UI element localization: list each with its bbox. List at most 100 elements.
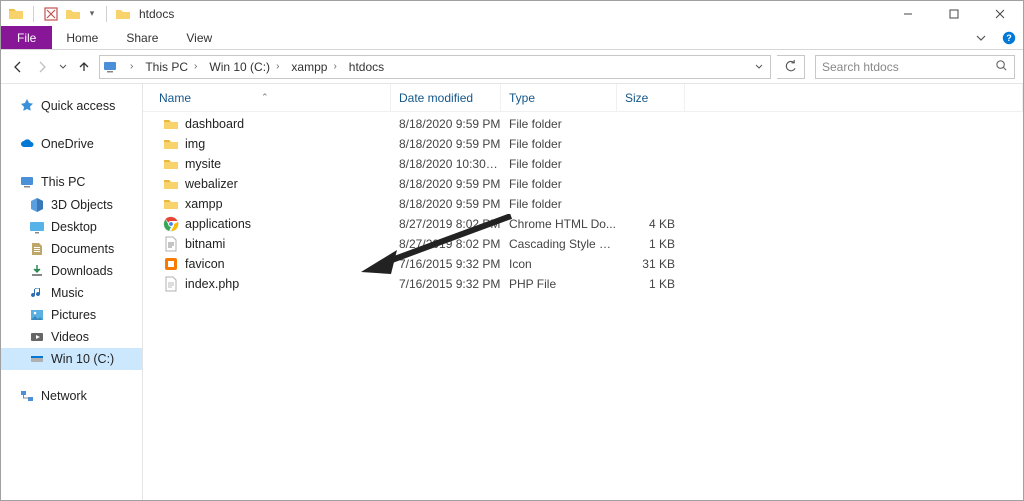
ribbon-expand-icon[interactable] bbox=[967, 26, 995, 49]
nav-pictures[interactable]: Pictures bbox=[1, 304, 142, 326]
nav-desktop[interactable]: Desktop bbox=[1, 216, 142, 238]
file-type: File folder bbox=[501, 197, 617, 211]
table-row[interactable]: webalizer8/18/2020 9:59 PMFile folder bbox=[143, 174, 1023, 194]
qat-dropdown-icon[interactable]: ▾ bbox=[86, 5, 98, 23]
file-date: 8/18/2020 9:59 PM bbox=[391, 137, 501, 151]
crumb-win10c[interactable]: Win 10 (C:)› bbox=[205, 56, 287, 78]
file-size: 31 KB bbox=[617, 257, 685, 271]
icon-icon bbox=[163, 256, 179, 272]
network-icon bbox=[19, 388, 35, 404]
file-date: 7/16/2015 9:32 PM bbox=[391, 257, 501, 271]
table-row[interactable]: xampp 8/18/2020 9:59 PMFile folder bbox=[143, 194, 1023, 214]
address-pc-icon bbox=[100, 59, 120, 75]
table-row[interactable]: bitnami8/27/2019 8:02 PMCascading Style … bbox=[143, 234, 1023, 254]
nav-back-button[interactable] bbox=[9, 58, 27, 76]
explorer-window: ▾ htdocs File Home Share View ? bbox=[0, 0, 1024, 501]
table-row[interactable]: img 8/18/2020 9:59 PMFile folder bbox=[143, 134, 1023, 154]
nav-downloads[interactable]: Downloads bbox=[1, 260, 142, 282]
file-date: 7/16/2015 9:32 PM bbox=[391, 277, 501, 291]
svg-text:?: ? bbox=[1006, 33, 1012, 43]
nav-3d-objects[interactable]: 3D Objects bbox=[1, 194, 142, 216]
nav-row: › This PC› Win 10 (C:)› xampp› htdocs Se… bbox=[1, 50, 1023, 84]
nav-recent-dropdown[interactable] bbox=[57, 58, 69, 76]
table-row[interactable]: applications8/27/2019 8:02 PMChrome HTML… bbox=[143, 214, 1023, 234]
qat-folder-icon[interactable] bbox=[64, 5, 82, 23]
folder-icon bbox=[163, 196, 179, 212]
pictures-icon bbox=[29, 307, 45, 323]
file-name: xampp bbox=[185, 197, 223, 211]
file-name: favicon bbox=[185, 257, 225, 271]
file-date: 8/18/2020 9:59 PM bbox=[391, 197, 501, 211]
file-type: Chrome HTML Do... bbox=[501, 217, 617, 231]
column-type[interactable]: Type bbox=[501, 84, 617, 111]
nav-up-button[interactable] bbox=[75, 58, 93, 76]
nav-documents[interactable]: Documents bbox=[1, 238, 142, 260]
file-date: 8/18/2020 9:59 PM bbox=[391, 117, 501, 131]
file-name: webalizer bbox=[185, 177, 238, 191]
file-rows: dashboard8/18/2020 9:59 PMFile folderimg… bbox=[143, 112, 1023, 294]
tab-home[interactable]: Home bbox=[52, 26, 112, 49]
crumb-root-chevron[interactable]: › bbox=[120, 56, 141, 78]
nav-win10c[interactable]: Win 10 (C:) bbox=[1, 348, 142, 370]
column-date[interactable]: Date modified bbox=[391, 84, 501, 111]
table-row[interactable]: mysite8/18/2020 10:30 PMFile folder bbox=[143, 154, 1023, 174]
folder-icon bbox=[163, 116, 179, 132]
column-name[interactable]: Name⌃ bbox=[143, 84, 391, 111]
file-type: PHP File bbox=[501, 277, 617, 291]
address-dropdown-icon[interactable] bbox=[748, 56, 770, 78]
folder-icon bbox=[163, 156, 179, 172]
table-row[interactable]: index.php 7/16/2015 9:32 PMPHP File1 KB bbox=[143, 274, 1023, 294]
crumb-htdocs[interactable]: htdocs bbox=[345, 56, 386, 78]
file-date: 8/18/2020 10:30 PM bbox=[391, 157, 501, 171]
window-title: htdocs bbox=[139, 7, 174, 21]
close-button[interactable] bbox=[977, 1, 1023, 26]
desktop-icon bbox=[29, 219, 45, 235]
file-size: 1 KB bbox=[617, 277, 685, 291]
file-name: index.php bbox=[185, 277, 239, 291]
title-folder-icon bbox=[115, 6, 131, 22]
nav-forward-button[interactable] bbox=[33, 58, 51, 76]
search-icon bbox=[995, 59, 1008, 75]
nav-music[interactable]: Music bbox=[1, 282, 142, 304]
nav-network[interactable]: Network bbox=[1, 384, 142, 408]
tab-file[interactable]: File bbox=[1, 26, 52, 49]
folder-icon bbox=[163, 136, 179, 152]
nav-videos[interactable]: Videos bbox=[1, 326, 142, 348]
php-icon bbox=[163, 276, 179, 292]
table-row[interactable]: dashboard8/18/2020 9:59 PMFile folder bbox=[143, 114, 1023, 134]
tab-view[interactable]: View bbox=[172, 26, 226, 49]
downloads-icon bbox=[29, 263, 45, 279]
chrome-icon bbox=[163, 216, 179, 232]
crumb-this-pc[interactable]: This PC› bbox=[141, 56, 205, 78]
nav-quick-access[interactable]: Quick access bbox=[1, 94, 142, 118]
cube-icon bbox=[29, 197, 45, 213]
nav-this-pc[interactable]: This PC bbox=[1, 170, 142, 194]
css-icon bbox=[163, 236, 179, 252]
cloud-icon bbox=[19, 136, 35, 152]
pc-icon bbox=[19, 174, 35, 190]
qat-properties-icon[interactable] bbox=[42, 5, 60, 23]
table-row[interactable]: favicon 7/16/2015 9:32 PMIcon31 KB bbox=[143, 254, 1023, 274]
crumb-xampp[interactable]: xampp› bbox=[287, 56, 344, 78]
drive-icon bbox=[29, 351, 45, 367]
help-icon[interactable]: ? bbox=[995, 26, 1023, 49]
nav-onedrive[interactable]: OneDrive bbox=[1, 132, 142, 156]
videos-icon bbox=[29, 329, 45, 345]
app-folder-icon bbox=[7, 5, 25, 23]
tab-share[interactable]: Share bbox=[112, 26, 172, 49]
file-name: img bbox=[185, 137, 205, 151]
star-icon bbox=[19, 98, 35, 114]
search-input[interactable]: Search htdocs bbox=[815, 55, 1015, 79]
file-name: applications bbox=[185, 217, 251, 231]
navigation-pane: Quick access OneDrive This PC 3D Objects bbox=[1, 84, 143, 500]
column-size[interactable]: Size bbox=[617, 84, 685, 111]
file-name: bitnami bbox=[185, 237, 225, 251]
file-type: Icon bbox=[501, 257, 617, 271]
minimize-button[interactable] bbox=[885, 1, 931, 26]
file-date: 8/18/2020 9:59 PM bbox=[391, 177, 501, 191]
maximize-button[interactable] bbox=[931, 1, 977, 26]
address-bar[interactable]: › This PC› Win 10 (C:)› xampp› htdocs bbox=[99, 55, 771, 79]
refresh-button[interactable] bbox=[777, 55, 805, 79]
file-name: dashboard bbox=[185, 117, 244, 131]
file-type: File folder bbox=[501, 137, 617, 151]
